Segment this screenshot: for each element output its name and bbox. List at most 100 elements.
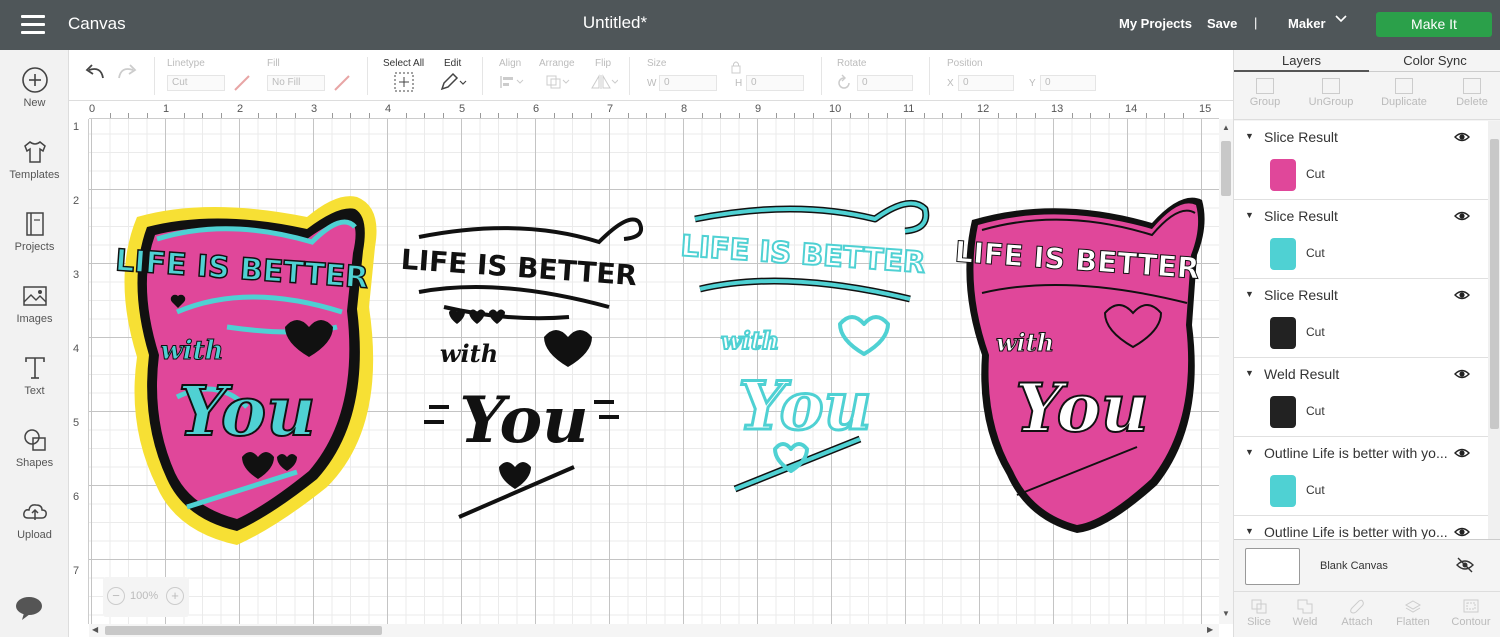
- sidebar-item-images[interactable]: Images: [0, 282, 69, 325]
- contour-button[interactable]: Contour: [1444, 598, 1498, 628]
- layer-name[interactable]: Weld Result: [1264, 366, 1449, 382]
- design-canvas[interactable]: 0 1 2 3 4 5 6 7 8 9 10 11 12 13 14 15 1234567 LIFE IS B…: [69, 101, 1233, 637]
- layer-collapse-arrow-icon[interactable]: ▼: [1245, 368, 1254, 378]
- ruler-tick: [775, 113, 777, 118]
- layer-row[interactable]: ▼ Slice Result Cut: [1234, 279, 1488, 358]
- fill-select[interactable]: No Fill: [267, 75, 325, 91]
- layer-name[interactable]: Slice Result: [1264, 129, 1449, 145]
- layer-sublayer[interactable]: Cut: [1264, 396, 1488, 436]
- position-x-input[interactable]: 0: [958, 75, 1014, 91]
- linetype-select[interactable]: Cut: [167, 75, 225, 91]
- lock-icon[interactable]: [730, 60, 742, 79]
- width-input[interactable]: 0: [659, 75, 717, 91]
- layer-operation: Cut: [1306, 167, 1325, 181]
- delete-button[interactable]: Delete: [1442, 78, 1500, 108]
- layer-collapse-arrow-icon[interactable]: ▼: [1245, 131, 1254, 141]
- align-icon[interactable]: [499, 74, 525, 95]
- position-y-input[interactable]: 0: [1040, 75, 1096, 91]
- edit-pen-icon[interactable]: [439, 72, 467, 97]
- weld-button[interactable]: Weld: [1278, 598, 1332, 628]
- layer-sublayer[interactable]: Cut: [1264, 317, 1488, 357]
- scroll-left-icon[interactable]: ◀: [92, 625, 98, 634]
- arrange-icon[interactable]: [545, 74, 571, 95]
- ruler-tick: [1016, 113, 1017, 118]
- scroll-down-icon[interactable]: ▼: [1222, 609, 1230, 618]
- layer-sublayer[interactable]: Cut: [1264, 159, 1488, 199]
- tab-layers[interactable]: Layers: [1234, 50, 1369, 72]
- layer-row[interactable]: ▼ Weld Result Cut: [1234, 358, 1488, 437]
- redo-icon[interactable]: [115, 62, 139, 89]
- rotate-input[interactable]: 0: [857, 75, 913, 91]
- zoom-in-button[interactable]: +: [166, 587, 184, 605]
- eye-icon[interactable]: [1454, 445, 1470, 461]
- ungroup-button[interactable]: UnGroup: [1301, 78, 1361, 108]
- attach-button[interactable]: Attach: [1330, 598, 1384, 628]
- blank-canvas-swatch[interactable]: [1245, 548, 1300, 585]
- sidebar-item-templates[interactable]: Templates: [0, 138, 69, 181]
- sidebar-item-upload[interactable]: Upload: [0, 498, 69, 541]
- layer-name[interactable]: Slice Result: [1264, 287, 1449, 303]
- group-button[interactable]: Group: [1235, 78, 1295, 108]
- chevron-down-icon[interactable]: [1334, 12, 1348, 29]
- tab-color-sync[interactable]: Color Sync: [1369, 50, 1500, 72]
- sidebar-item-label: Images: [16, 313, 53, 325]
- eye-icon[interactable]: [1454, 524, 1470, 539]
- canvas-horizontal-scrollbar[interactable]: ◀ ▶: [89, 624, 1219, 637]
- eye-hidden-icon[interactable]: [1456, 557, 1474, 578]
- layer-collapse-arrow-icon[interactable]: ▼: [1245, 447, 1254, 457]
- scroll-right-icon[interactable]: ▶: [1207, 625, 1213, 634]
- save-button[interactable]: Save: [1207, 16, 1237, 31]
- zoom-out-button[interactable]: −: [107, 587, 125, 605]
- layer-name[interactable]: Slice Result: [1264, 208, 1449, 224]
- layer-collapse-arrow-icon[interactable]: ▼: [1245, 210, 1254, 220]
- duplicate-button[interactable]: Duplicate: [1374, 78, 1434, 108]
- blank-canvas-row[interactable]: Blank Canvas: [1234, 539, 1500, 591]
- design-layered[interactable]: LIFE IS BETTER with You: [107, 187, 377, 547]
- horizontal-scroll-thumb[interactable]: [105, 626, 382, 635]
- layer-collapse-arrow-icon[interactable]: ▼: [1245, 289, 1254, 299]
- design-black[interactable]: LIFE IS BETTER with You: [399, 207, 649, 547]
- layer-sublayer[interactable]: Cut: [1264, 475, 1488, 515]
- design-teal[interactable]: LIFE IS BETTER with You: [675, 189, 935, 529]
- eye-icon[interactable]: [1454, 129, 1470, 145]
- sidebar-item-projects[interactable]: Projects: [0, 210, 69, 253]
- canvas-vertical-scrollbar[interactable]: ▲ ▼: [1219, 119, 1233, 624]
- layers-scrollbar[interactable]: [1488, 121, 1500, 539]
- linetype-color-icon[interactable]: [233, 74, 251, 97]
- layer-name[interactable]: Outline Life is better with yo...: [1264, 445, 1449, 461]
- sidebar-item-shapes[interactable]: Shapes: [0, 426, 69, 469]
- scroll-up-icon[interactable]: ▲: [1222, 123, 1230, 132]
- flip-icon[interactable]: [590, 74, 619, 95]
- rotate-icon[interactable]: [835, 74, 853, 97]
- chat-icon[interactable]: [14, 595, 44, 626]
- layer-row[interactable]: ▼ Outline Life is better with yo... Cut: [1234, 437, 1488, 516]
- layer-row[interactable]: ▼ Slice Result Cut: [1234, 121, 1488, 200]
- toolbar-separator: [154, 57, 155, 95]
- sidebar-item-new[interactable]: New: [0, 66, 69, 109]
- layer-collapse-arrow-icon[interactable]: ▼: [1245, 526, 1254, 536]
- layer-sublayer[interactable]: Cut: [1264, 238, 1488, 278]
- layer-row[interactable]: ▼ Slice Result Cut: [1234, 200, 1488, 279]
- my-projects-link[interactable]: My Projects: [1119, 16, 1192, 31]
- flatten-button[interactable]: Flatten: [1386, 598, 1440, 628]
- layer-name[interactable]: Outline Life is better with yo...: [1264, 524, 1449, 539]
- eye-icon[interactable]: [1454, 287, 1470, 303]
- design-pink[interactable]: LIFE IS BETTER with You: [947, 185, 1207, 535]
- height-input[interactable]: 0: [746, 75, 804, 91]
- eye-icon[interactable]: [1454, 208, 1470, 224]
- layers-scroll-thumb[interactable]: [1490, 139, 1499, 429]
- ruler-tick: [276, 113, 277, 118]
- machine-select[interactable]: Maker: [1288, 16, 1326, 31]
- document-title[interactable]: Untitled*: [0, 13, 1230, 33]
- canvas-grid[interactable]: LIFE IS BETTER with You LIFE IS BETTER w…: [89, 119, 1219, 624]
- select-all-icon[interactable]: [394, 72, 414, 97]
- make-it-button[interactable]: Make It: [1376, 12, 1492, 37]
- sidebar-item-text[interactable]: Text: [0, 354, 69, 397]
- layer-row[interactable]: ▼Outline Life is better with yo...Cut: [1234, 516, 1488, 539]
- ruler-tick: [738, 113, 740, 118]
- design-pink-line3: You: [1015, 369, 1148, 447]
- undo-icon[interactable]: [83, 62, 107, 89]
- fill-color-icon[interactable]: [333, 74, 351, 97]
- vertical-scroll-thumb[interactable]: [1221, 141, 1231, 196]
- eye-icon[interactable]: [1454, 366, 1470, 382]
